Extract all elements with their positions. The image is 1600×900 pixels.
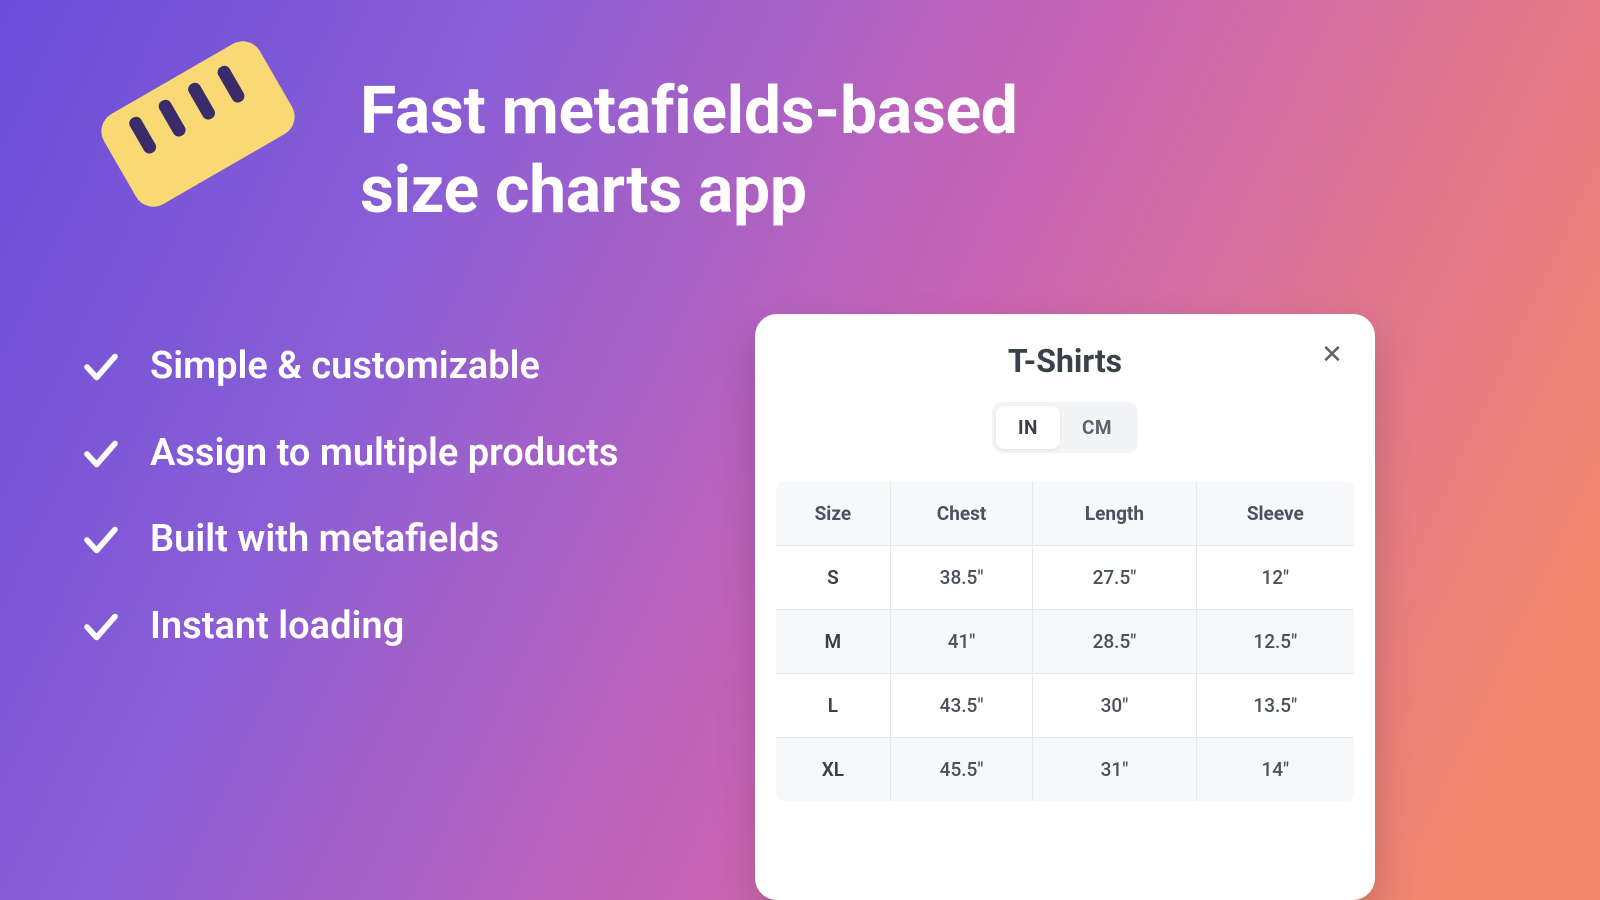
table-row: XL 45.5" 31" 14" [776,738,1355,802]
cell-size: L [776,674,891,738]
unit-toggle: IN CM [775,402,1355,453]
feature-list: Simple & customizable Assign to multiple… [80,342,700,651]
cell-chest: 43.5" [890,674,1033,738]
cell-sleeve: 12.5" [1196,610,1354,674]
page-headline: Fast metafields-based size charts app [360,72,1018,230]
cell-chest: 45.5" [890,738,1033,802]
cell-length: 28.5" [1033,610,1196,674]
unit-inches-button[interactable]: IN [996,406,1060,449]
cell-sleeve: 12" [1196,546,1354,610]
cell-size: S [776,546,891,610]
feature-text: Simple & customizable [150,342,540,391]
close-icon[interactable]: ✕ [1319,342,1345,368]
check-icon [80,433,122,475]
col-length: Length [1033,482,1196,546]
cell-sleeve: 14" [1196,738,1354,802]
feature-item: Simple & customizable [80,342,700,391]
size-table: Size Chest Length Sleeve S 38.5" 27.5" 1… [775,481,1355,802]
cell-length: 27.5" [1033,546,1196,610]
cell-sleeve: 13.5" [1196,674,1354,738]
headline-line1: Fast metafields-based [360,73,1018,150]
check-icon [80,346,122,388]
cell-size: XL [776,738,891,802]
size-chart-card: T-Shirts ✕ IN CM Size Chest Length Sleev… [755,314,1375,900]
feature-text: Assign to multiple products [150,429,618,478]
check-icon [80,519,122,561]
feature-item: Assign to multiple products [80,429,700,478]
cell-chest: 41" [890,610,1033,674]
ruler-icon [94,34,302,214]
unit-cm-button[interactable]: CM [1060,406,1134,449]
col-size: Size [776,482,891,546]
cell-length: 30" [1033,674,1196,738]
table-row: M 41" 28.5" 12.5" [776,610,1355,674]
col-chest: Chest [890,482,1033,546]
table-row: L 43.5" 30" 13.5" [776,674,1355,738]
table-row: S 38.5" 27.5" 12" [776,546,1355,610]
feature-item: Instant loading [80,602,700,651]
feature-text: Instant loading [150,602,404,651]
check-icon [80,606,122,648]
feature-text: Built with metafields [150,515,499,564]
card-title: T-Shirts [775,342,1355,380]
cell-length: 31" [1033,738,1196,802]
col-sleeve: Sleeve [1196,482,1354,546]
cell-chest: 38.5" [890,546,1033,610]
feature-item: Built with metafields [80,515,700,564]
cell-size: M [776,610,891,674]
headline-line2: size charts app [360,152,807,229]
